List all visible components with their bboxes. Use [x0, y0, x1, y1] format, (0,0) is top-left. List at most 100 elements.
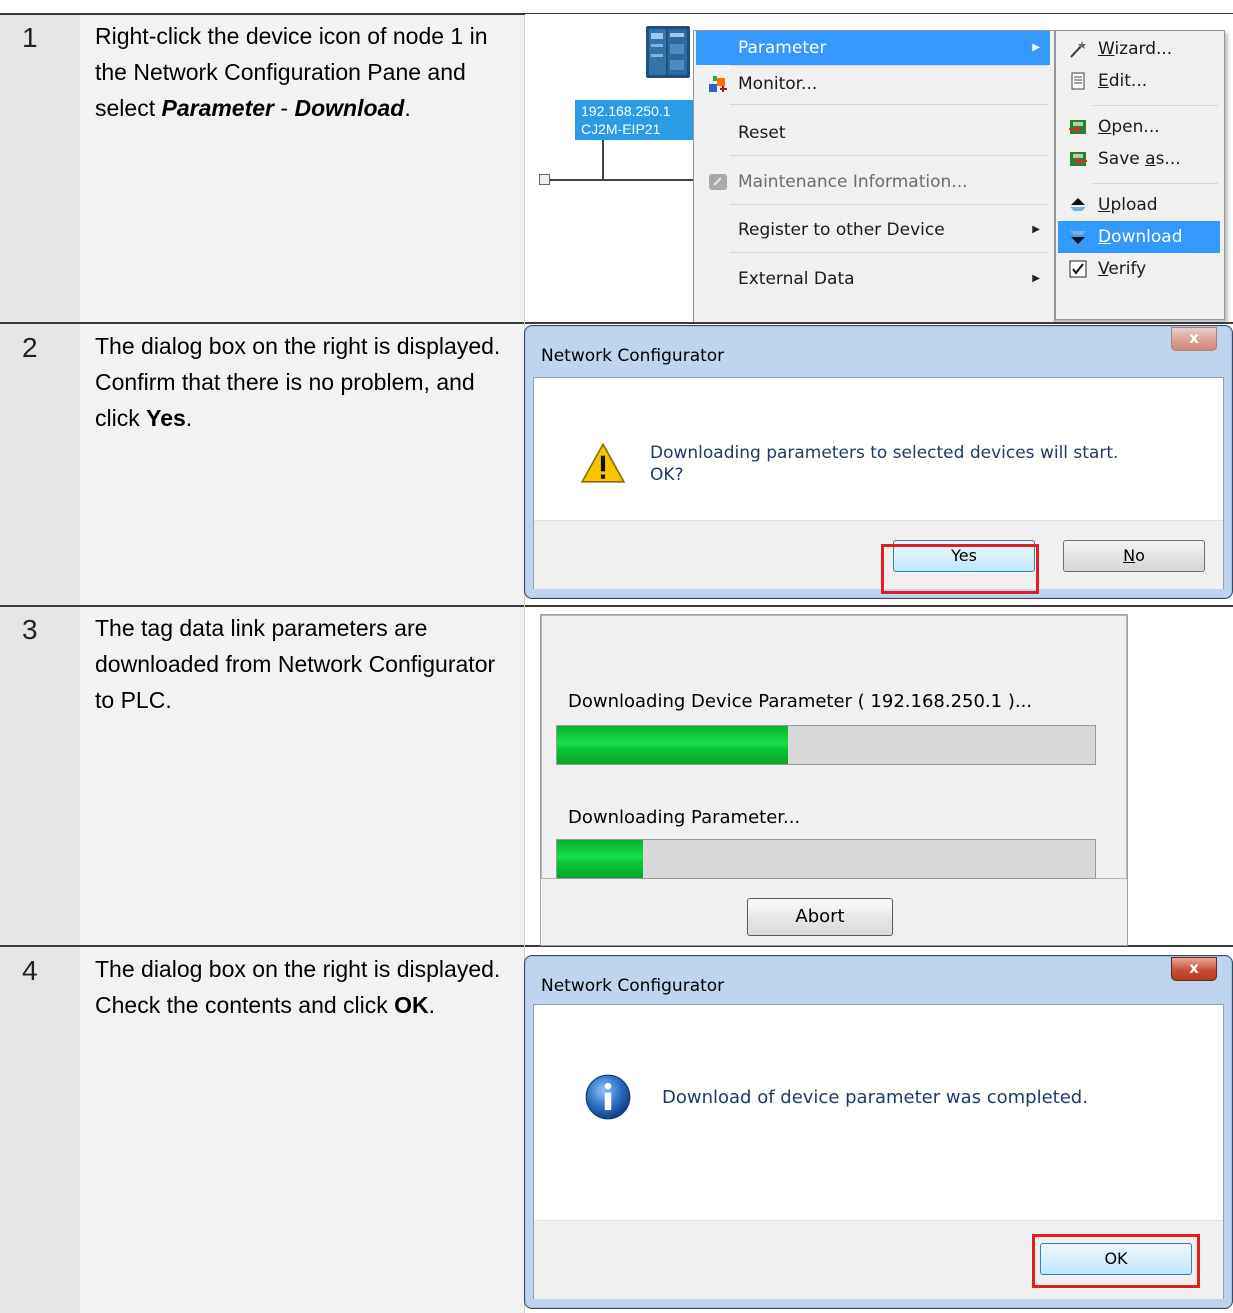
step-button-ref-ok: OK	[394, 992, 429, 1018]
context-menu-screenshot: 192.168.250.1 CJ2M-EIP21 Parameter ▶ Mon…	[525, 14, 1233, 322]
download-icon	[1070, 231, 1086, 244]
submenu-item-label: Save as...	[1098, 149, 1181, 169]
parameter-progress-bar	[556, 839, 1096, 879]
submenu-item-edit[interactable]: Edit...	[1058, 65, 1220, 97]
submenu-item-upload[interactable]: Upload	[1058, 189, 1220, 221]
menu-item-register-to-other-device[interactable]: Register to other Device ▶	[696, 213, 1050, 247]
step-2-text: The dialog box on the right is displayed…	[95, 328, 515, 436]
menu-item-external-data[interactable]: External Data ▶	[696, 262, 1050, 296]
submenu-item-verify[interactable]: Verify	[1058, 253, 1220, 285]
step-number: 2	[22, 332, 38, 363]
information-icon	[585, 1074, 631, 1120]
step-number-column	[0, 947, 80, 1313]
step-number: 3	[22, 614, 38, 645]
submenu-item-wizard[interactable]: Wizard...	[1058, 33, 1220, 65]
submenu-item-label: Download	[1098, 227, 1183, 247]
step-number-column	[0, 607, 80, 945]
menu-item-label: External Data	[738, 269, 855, 289]
submenu-item-open[interactable]: Open...	[1058, 111, 1220, 143]
submenu-arrow-icon: ▶	[1032, 224, 1040, 235]
context-menu: Parameter ▶ Monitor... Reset Maintenance…	[693, 30, 1055, 322]
step-menu-path-download: Download	[294, 95, 405, 121]
menu-item-parameter[interactable]: Parameter ▶	[696, 31, 1050, 65]
open-file-icon	[1069, 120, 1086, 134]
submenu-item-label: Verify	[1098, 259, 1147, 279]
step-button-ref-yes: Yes	[146, 405, 186, 431]
close-button[interactable]: x	[1171, 327, 1217, 351]
submenu-item-download[interactable]: Download	[1058, 221, 1220, 253]
menu-separator	[730, 204, 1048, 205]
confirm-download-dialog: Network Configurator x Downloading param…	[524, 325, 1233, 599]
step-text-part: .	[428, 992, 436, 1018]
node-model: CJ2M-EIP21	[581, 121, 661, 137]
edit-document-icon	[1071, 72, 1085, 90]
dialog-title: Network Configurator	[541, 346, 725, 366]
menu-separator	[730, 252, 1048, 253]
step-menu-path-parameter: Parameter	[161, 95, 275, 121]
monitor-icon	[709, 76, 727, 92]
step-number-column	[0, 324, 80, 605]
menu-item-reset[interactable]: Reset	[696, 116, 1050, 150]
network-drop-line	[602, 140, 604, 180]
step-number: 1	[22, 22, 38, 53]
close-button[interactable]: x	[1171, 957, 1217, 981]
submenu-item-label: Wizard...	[1098, 39, 1173, 59]
maintenance-info-icon	[709, 174, 727, 190]
menu-separator	[1092, 183, 1218, 184]
device-progress-bar	[556, 725, 1096, 765]
menu-separator	[1092, 105, 1218, 106]
submenu-item-label: Upload	[1098, 195, 1158, 215]
menu-separator	[730, 65, 1048, 66]
no-button[interactable]: No	[1063, 540, 1205, 572]
step-3-text: The tag data link parameters are downloa…	[95, 610, 515, 718]
abort-button[interactable]: Abort	[747, 898, 893, 936]
parameter-progress-fill	[557, 840, 644, 878]
callout-highlight	[881, 544, 1039, 594]
menu-item-label: Monitor...	[738, 74, 818, 94]
submenu-arrow-icon: ▶	[1032, 42, 1040, 53]
step-4-text: The dialog box on the right is displayed…	[95, 951, 515, 1023]
dialog-title: Network Configurator	[541, 976, 725, 996]
network-terminator	[539, 174, 550, 185]
submenu-item-save-as[interactable]: Save as...	[1058, 143, 1220, 175]
device-progress-fill	[557, 726, 789, 764]
menu-item-label: Parameter	[738, 38, 827, 58]
dialog-message: Downloading parameters to selected devic…	[650, 442, 1118, 486]
menu-separator	[730, 155, 1048, 156]
menu-item-maintenance-information[interactable]: Maintenance Information...	[696, 165, 1050, 199]
menu-item-label: Reset	[738, 123, 786, 143]
verify-check-icon	[1069, 260, 1087, 278]
submenu-item-label: Open...	[1098, 117, 1160, 137]
step-text-part: .	[404, 95, 411, 121]
menu-separator	[730, 104, 1048, 105]
step-1-text: Right-click the device icon of node 1 in…	[95, 18, 515, 126]
warning-icon	[580, 442, 626, 483]
callout-highlight	[1032, 1234, 1200, 1288]
dialog-body: Downloading parameters to selected devic…	[533, 377, 1224, 589]
dialog-button-bar: Yes No	[534, 520, 1223, 589]
menu-item-label: Maintenance Information...	[738, 172, 968, 192]
step-text-part: -	[274, 95, 295, 121]
step-text-part: The tag data link parameters are downloa…	[95, 615, 496, 713]
menu-item-label: Register to other Device	[738, 220, 945, 240]
menu-item-monitor[interactable]: Monitor...	[696, 67, 1050, 101]
dialog-message-line: Downloading parameters to selected devic…	[650, 443, 1119, 463]
upload-icon	[1070, 198, 1086, 211]
dialog-message-line: OK?	[650, 465, 684, 485]
progress-status-parameter: Downloading Parameter...	[568, 807, 801, 828]
step-text-part: .	[185, 405, 193, 431]
step-number: 4	[22, 955, 38, 986]
step-number-column	[0, 15, 80, 322]
node-label: 192.168.250.1 CJ2M-EIP21	[575, 100, 705, 140]
download-progress-dialog: Downloading Device Parameter ( 192.168.2…	[540, 614, 1128, 946]
network-line	[547, 179, 712, 181]
device-node-icon[interactable]	[640, 24, 696, 80]
node-ip-address: 192.168.250.1	[581, 103, 671, 119]
download-complete-dialog: Network Configurator x Download of devic…	[524, 955, 1233, 1309]
dialog-message: Download of device parameter was complet…	[662, 1087, 1088, 1108]
submenu-item-label: Edit...	[1098, 71, 1148, 91]
submenu-arrow-icon: ▶	[1032, 273, 1040, 284]
wizard-wand-icon	[1070, 41, 1086, 58]
save-file-icon	[1070, 152, 1087, 166]
parameter-submenu: Wizard... Edit... Open... Save as... Upl…	[1055, 30, 1225, 320]
